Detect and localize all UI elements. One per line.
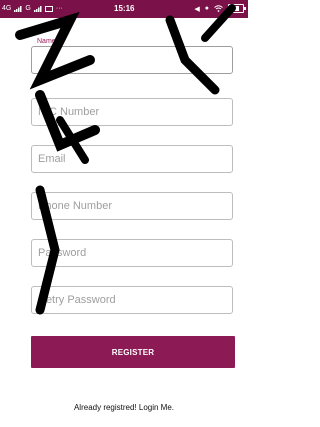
status-extra: ··· [55,5,63,12]
mute-icon: ◀ [194,5,200,13]
nic-number-placeholder: NIC Number [38,106,100,118]
email-input[interactable]: Email [31,145,233,173]
name-label: Name [37,38,56,45]
register-button[interactable]: REGISTER [31,336,235,368]
alarm-icon: ● [204,5,209,12]
network-type: 4G [2,5,12,12]
nic-number-input[interactable]: NIC Number [31,98,233,126]
retry-password-input[interactable]: Retry Password [31,286,233,314]
phone-number-placeholder: Phone Number [38,200,112,212]
name-input[interactable] [31,46,233,74]
email-placeholder: Email [38,153,66,165]
signal-icon-2 [33,5,42,12]
password-input[interactable]: Password [31,239,233,267]
retry-password-placeholder: Retry Password [38,294,116,306]
phone-number-input[interactable]: Phone Number [31,192,233,220]
status-right: ◀ ● [194,4,246,13]
status-bar: 4G G ··· 15:16 ◀ ● [0,0,248,18]
status-left: 4G G ··· [2,5,63,12]
signal-icon [14,5,22,12]
password-placeholder: Password [38,247,87,259]
signal-text: G [25,5,31,12]
battery-level [230,6,239,11]
message-icon [44,5,53,12]
login-link[interactable]: Already registred! Login Me. [0,403,248,412]
wifi-icon [214,5,223,12]
battery-icon [228,4,246,13]
clock: 15:16 [114,4,135,13]
